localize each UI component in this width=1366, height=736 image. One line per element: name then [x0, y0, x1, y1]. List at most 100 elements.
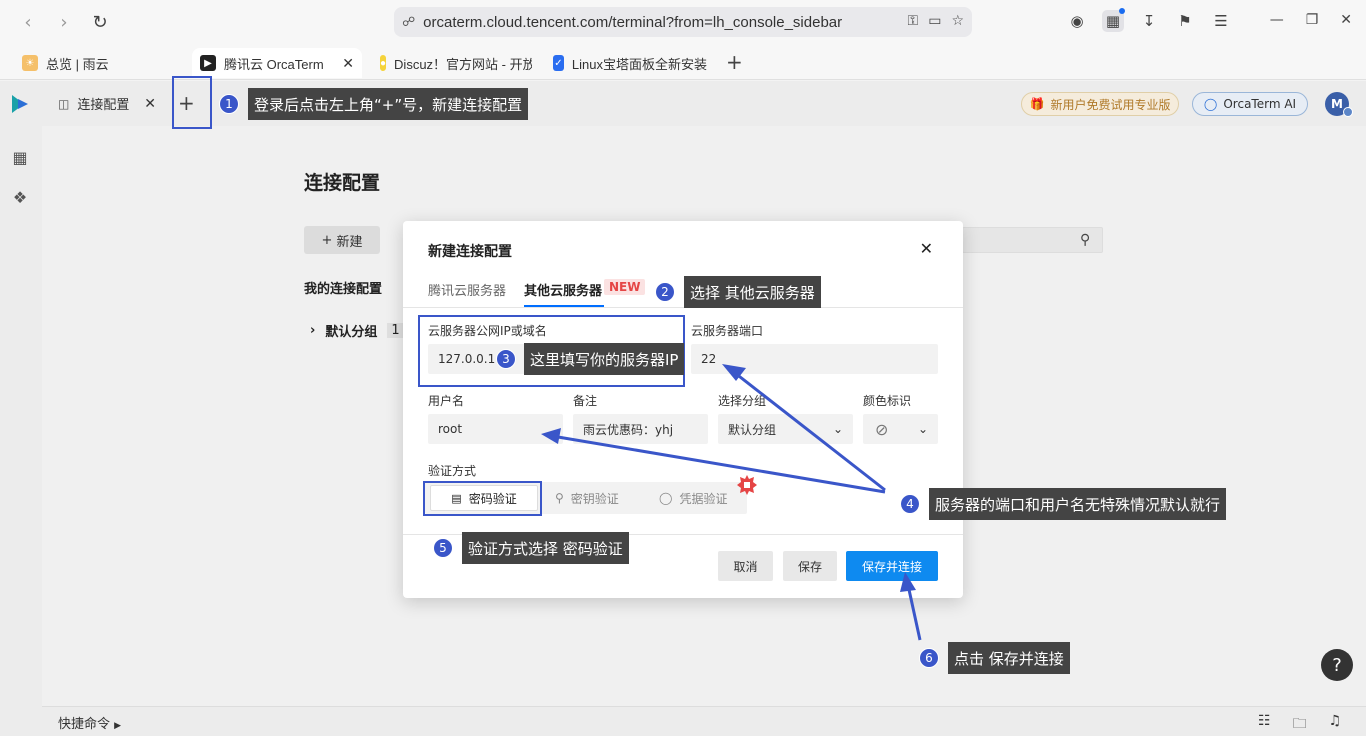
save-button[interactable]: 保存 — [783, 551, 837, 581]
step-1-label: 登录后点击左上角“+”号，新建连接配置 — [248, 88, 529, 120]
step-3-label: 这里填写你的服务器IP — [524, 343, 685, 375]
group-select[interactable]: 默认分组 ⌄ — [718, 414, 853, 444]
group-label: 选择分组 — [718, 394, 767, 408]
back-icon[interactable]: ‹ — [16, 10, 40, 34]
key-icon[interactable]: ⚿ — [908, 13, 919, 29]
tab-divider — [403, 307, 963, 308]
new-button[interactable]: + 新建 — [304, 226, 380, 254]
note-label: 备注 — [573, 394, 598, 408]
tab-label: 腾讯云 OrcaTerm — [224, 56, 324, 72]
footer-bar — [42, 706, 1366, 736]
grid-icon[interactable]: ▦ — [11, 148, 29, 167]
user-icon: ◯ — [659, 491, 673, 505]
note-input[interactable]: 雨云优惠码：yhj — [573, 414, 708, 444]
browser-tab-bar: ☀ 总览 | 雨云 ▶ 腾讯云 OrcaTerm ✕ ● Discuz！官方网站… — [0, 44, 1366, 80]
minimize-icon[interactable]: — — [1270, 12, 1284, 28]
step-5-label: 验证方式选择 密码验证 — [462, 532, 629, 564]
close-icon[interactable]: ✕ — [920, 239, 933, 258]
page-title: 连接配置 — [304, 172, 381, 194]
puzzle-icon[interactable]: ❖ — [11, 188, 29, 207]
quick-cmd-label: 快捷命令 — [58, 717, 111, 732]
address-bar[interactable]: ☍ orcaterm.cloud.tencent.com/terminal?fr… — [394, 7, 972, 37]
tab-connection-config[interactable]: ◫ 连接配置 ✕ — [44, 81, 166, 126]
bell-icon[interactable]: ♫ — [1329, 713, 1342, 736]
auth-credential-label: 凭据验证 — [679, 491, 728, 506]
calendar-icon[interactable]: ☷ — [1258, 713, 1271, 736]
tab-label: Discuz！官方网站 - 开放 — [394, 56, 532, 72]
note-value: 雨云优惠码：yhj — [583, 422, 674, 437]
restore-icon[interactable]: ❐ — [1306, 12, 1319, 28]
podcast-icon[interactable]: ◉ — [1066, 10, 1088, 32]
forward-icon[interactable]: › — [52, 10, 76, 34]
shield-icon: ☍ — [402, 14, 416, 30]
port-input[interactable]: 22 — [691, 344, 938, 374]
orcaterm-logo — [12, 95, 28, 113]
key-icon: ⚲ — [555, 491, 564, 505]
color-select[interactable]: ⊘ ⌄ — [863, 414, 938, 444]
chevron-down-icon: ⌄ — [917, 422, 928, 436]
chevron-down-icon: ⌄ — [832, 422, 843, 436]
username-input[interactable]: root — [428, 414, 563, 444]
step-4-marker: 4 — [900, 494, 920, 514]
tab-other-server[interactable]: 其他云服务器 — [524, 280, 602, 299]
promo-label: 新用户免费试用专业版 — [1050, 97, 1171, 112]
save-and-connect-button[interactable]: 保存并连接 — [846, 551, 938, 581]
color-label: 颜色标识 — [863, 394, 912, 408]
step-6-label: 点击 保存并连接 — [948, 642, 1070, 674]
browser-tab-discuz[interactable]: ● Discuz！官方网站 - 开放 — [372, 48, 532, 78]
step-5-marker: 5 — [433, 538, 453, 558]
help-button[interactable]: ? — [1321, 649, 1353, 681]
step-4-label: 服务器的端口和用户名无特殊情况默认就行 — [929, 488, 1227, 520]
dialog-title: 新建连接配置 — [428, 244, 512, 260]
tab-label: Linux宝塔面板全新安装 — [571, 56, 707, 72]
auth-label: 验证方式 — [428, 464, 477, 478]
no-color-icon: ⊘ — [875, 419, 889, 439]
tab-close-icon[interactable]: ✕ — [144, 96, 156, 112]
orcaterm-ai-button[interactable]: ◯ OrcaTerm AI — [1192, 92, 1308, 116]
new-label: 新建 — [336, 234, 363, 250]
quick-command-button[interactable]: 快捷命令 ▶ — [58, 713, 121, 732]
cancel-button[interactable]: 取消 — [718, 551, 773, 581]
step-1-marker: 1 — [219, 94, 239, 114]
step-6-marker: 6 — [919, 648, 939, 668]
tab-label: 连接配置 — [77, 98, 130, 113]
close-window-icon[interactable]: ✕ — [1340, 12, 1352, 28]
menu-icon[interactable]: ☰ — [1210, 10, 1232, 32]
bookmark-icon[interactable]: ⚑ — [1174, 10, 1196, 32]
ai-label: OrcaTerm AI — [1223, 97, 1297, 111]
browser-tab-rainyun[interactable]: ☀ 总览 | 雨云 — [14, 48, 117, 78]
auth-key-option[interactable]: ⚲ 密钥验证 — [555, 482, 619, 514]
active-tab-indicator — [524, 305, 604, 307]
gift-icon: 🎁 — [1029, 97, 1045, 111]
new-browser-tab-icon[interactable]: + — [726, 50, 743, 74]
username-value: root — [438, 422, 463, 436]
avatar-status-dot — [1343, 107, 1353, 117]
default-group-row[interactable]: › 默认分组 1 — [310, 321, 404, 340]
search-icon[interactable]: ⚲ — [1080, 232, 1090, 248]
reload-icon[interactable]: ↻ — [88, 10, 112, 34]
group-count: 1 — [387, 323, 404, 338]
free-trial-button[interactable]: 🎁 新用户免费试用专业版 — [1021, 92, 1179, 116]
tab-close-icon[interactable]: ✕ — [342, 55, 354, 72]
highlight-plus — [172, 76, 212, 129]
auth-credential-option[interactable]: ◯ 凭据验证 — [659, 482, 727, 514]
folder-icon[interactable]: 🗀 — [1293, 713, 1307, 736]
browser-tab-baota[interactable]: ✓ Linux宝塔面板全新安装 — [545, 48, 715, 78]
orcaterm-icon: ▶ — [200, 55, 216, 71]
tab-tencent-server[interactable]: 腾讯云服务器 — [428, 280, 506, 299]
caret-right-icon: ▶ — [114, 721, 122, 731]
cast-icon[interactable]: ▭ — [928, 13, 941, 29]
sun-icon: ☀ — [22, 55, 38, 71]
group-value: 默认分组 — [728, 422, 777, 437]
highlight-password-auth — [423, 481, 542, 516]
pro-badge-icon — [736, 474, 758, 496]
connection-icon: ◫ — [58, 96, 70, 111]
browser-tab-orcaterm[interactable]: ▶ 腾讯云 OrcaTerm ✕ — [192, 48, 362, 78]
port-value: 22 — [701, 352, 717, 366]
extensions-icon[interactable]: ▦ — [1102, 8, 1125, 32]
plus-icon: + — [321, 232, 333, 248]
star-icon[interactable]: ☆ — [951, 13, 964, 29]
browser-toolbar: ‹ › ↻ ☍ orcaterm.cloud.tencent.com/termi… — [0, 0, 1366, 44]
group-label: 默认分组 — [325, 325, 378, 340]
download-icon[interactable]: ↧ — [1138, 10, 1160, 32]
